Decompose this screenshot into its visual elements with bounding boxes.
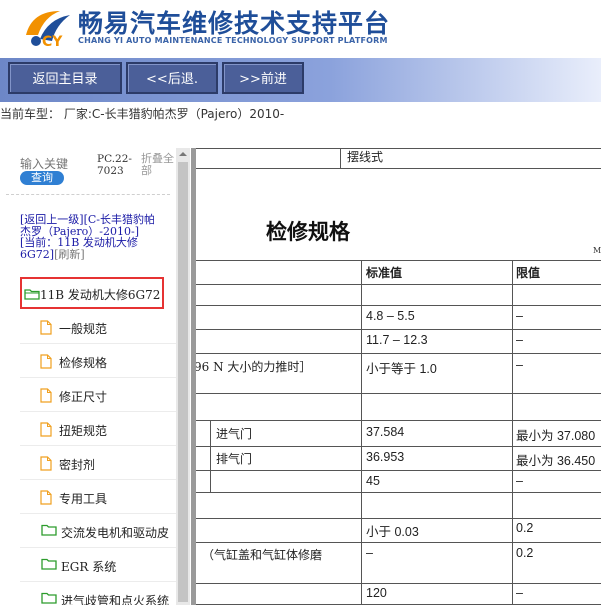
sidebar: 查询 PC.22-7023 折叠全部 [返回上一级][C-长丰猎豹帕杰罗（Paj… [0,148,176,605]
tree-item-torque-spec[interactable]: 扭矩规范 [20,413,176,446]
tree-item-intake-folder[interactable]: 进气歧管和点火系统 [20,583,176,605]
toolbar: 返回主目录 <<后退. >>前进 [0,58,601,102]
document-icon [40,320,52,335]
current-folder-node[interactable]: 11B 发动机大修6G72 [20,277,164,309]
cell-standard: 小于 0.03 [366,525,419,539]
brand-subtitle: CHANG YI AUTO MAINTENANCE TECHNOLOGY SUP… [78,36,388,45]
current-node-label: 11B 发动机大修6G72 [40,288,161,302]
unit-hint: M [593,246,601,255]
document-icon [40,422,52,437]
cell-standard: 120 [366,586,387,600]
search-input[interactable] [20,156,92,171]
document-icon [40,388,52,403]
cell-item: （气缸盖和气缸体修磨 [202,548,323,562]
tree-item-label: 修正尺寸 [59,390,108,404]
tree-item-label: 一般规范 [59,322,108,336]
logo-icon: CY [26,11,70,49]
cell-limit: 最小为 36.450 [516,454,596,468]
header-limit: 限值 [516,266,541,280]
pc-code: PC.22-7023 [97,153,132,177]
cell-standard: – [366,546,373,560]
tree-item-label: 交流发电机和驱动皮 [61,526,170,540]
tree-item-alternator-folder[interactable]: 交流发电机和驱动皮 [20,515,176,548]
tree-item-label: 检修规格 [59,356,108,370]
scroll-thumb[interactable] [178,162,188,602]
cell-limit: – [516,358,523,372]
cell-standard: 4.8 – 5.5 [366,309,415,323]
page-title: 检修规格 [266,220,350,244]
tree-item-label: 扭矩规范 [59,424,108,438]
header-standard: 标准值 [366,266,403,280]
cell-limit: – [516,309,523,323]
folder-icon [41,592,57,604]
tree-item-egr-folder[interactable]: EGR 系统 [20,549,176,582]
tree-item-label: 进气歧管和点火系统 [61,594,170,605]
tree-item-label: 密封剂 [59,458,96,472]
current-car-model: 当前车型： 厂家:C-长丰猎豹帕杰罗（Pajero）2010- [0,107,285,121]
cell-item: 排气门 [216,452,253,466]
forward-button[interactable]: >>前进 [222,62,304,94]
folder-icon [41,524,57,536]
pump-type-cell: 摆线式 [347,150,384,164]
back-button[interactable]: <<后退. [126,62,218,94]
tree-item-general-spec[interactable]: 一般规范 [20,311,176,344]
svg-text:CY: CY [42,34,63,49]
cell-limit: 0.2 [516,546,534,560]
cell-limit: 最小为 37.080 [516,429,596,443]
cell-standard: 37.584 [366,425,405,439]
tree-item-label: EGR 系统 [61,560,117,574]
cell-limit: – [516,333,523,347]
scroll-up-arrow-icon[interactable] [176,148,190,160]
collapse-all-link[interactable]: 折叠全部 [141,153,176,177]
brand-title: 畅易汽车维修技术支持平台 [78,9,391,38]
tree-item-service-dimensions[interactable]: 修正尺寸 [20,379,176,412]
folder-open-icon [24,289,40,300]
document-icon [40,490,52,505]
cell-standard: 45 [366,474,380,488]
cell-item: 96 N 大小的力推时］ [196,360,312,374]
cell-item: 进气门 [216,427,253,441]
document-icon [40,354,52,369]
cell-standard: 11.7 – 12.3 [366,333,428,347]
breadcrumb: [返回上一级][C-长丰猎豹帕杰罗（Pajero）-2010-] [当前：11B… [20,214,160,260]
home-button[interactable]: 返回主目录 [8,62,122,94]
divider [6,194,170,195]
cell-standard: 小于等于 1.0 [366,362,437,376]
cell-limit: 0.2 [516,521,534,535]
tree-item-sealant[interactable]: 密封剂 [20,447,176,480]
sidebar-scrollbar[interactable] [176,148,190,605]
header: CY 畅易汽车维修技术支持平台 CHANG YI AUTO MAINTENANC… [0,0,601,58]
tree-item-special-tools[interactable]: 专用工具 [20,481,176,514]
tree-item-inspection-spec[interactable]: 检修规格 [20,345,176,378]
cell-limit: – [516,474,523,488]
crumb-refresh-link[interactable]: [刷新] [54,248,85,261]
document-content: 摆线式 检修规格 M 标准值 限值 4.8 – 5.5 – 11.7 – 12.… [196,148,601,605]
tree-item-label: 专用工具 [59,492,108,506]
document-icon [40,456,52,471]
cell-limit: – [516,586,523,600]
cell-standard: 36.953 [366,450,405,464]
search-button[interactable]: 查询 [20,171,64,185]
folder-icon [41,558,57,570]
